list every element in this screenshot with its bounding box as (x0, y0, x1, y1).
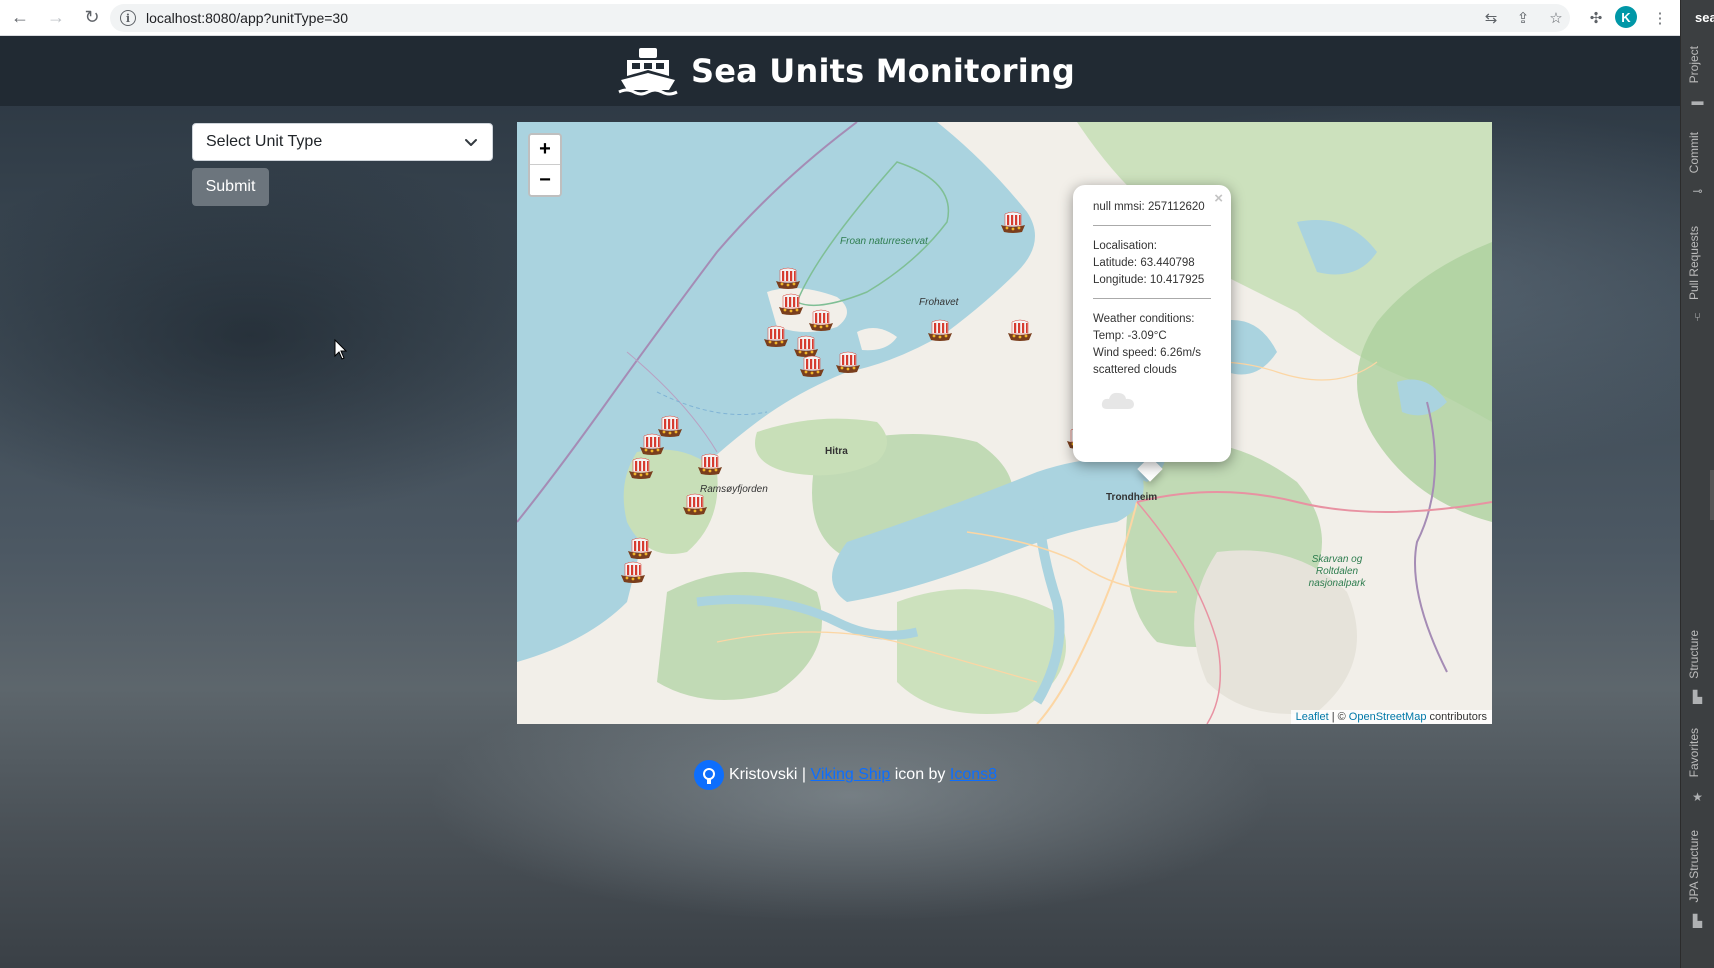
popup-latitude: Latitude: 63.440798 (1093, 257, 1195, 269)
popup-name: null mmsi: 257112620 (1093, 201, 1205, 213)
popup-close-button[interactable]: × (1214, 190, 1223, 207)
submit-button[interactable]: Submit (192, 168, 269, 206)
osm-link[interactable]: OpenStreetMap (1349, 711, 1427, 723)
mouse-cursor-icon (334, 339, 348, 360)
place-label-froan: Froan naturreservat (840, 236, 928, 247)
viking-ship-marker-icon[interactable] (628, 456, 654, 482)
ide-scrollbar[interactable] (1710, 470, 1714, 520)
popup-longitude: Longitude: 10.417925 (1093, 274, 1205, 286)
menu-kebab-icon[interactable]: ⋮ (1650, 8, 1670, 28)
ide-tab-commit[interactable]: Commit (1687, 132, 1701, 173)
forward-icon[interactable]: → (40, 2, 72, 34)
viking-ship-marker-icon[interactable] (763, 324, 789, 350)
folder-icon: ▬ (1691, 93, 1704, 108)
icons8-link[interactable]: Icons8 (950, 766, 997, 784)
back-icon[interactable]: ← (4, 2, 36, 34)
app-header: Sea Units Monitoring (0, 36, 1680, 106)
page-title: Sea Units Monitoring (691, 52, 1075, 90)
place-label-hitra: Hitra (825, 446, 848, 457)
viking-ship-marker-icon[interactable] (1007, 318, 1033, 344)
extensions-icon[interactable]: ✣ (1586, 8, 1606, 28)
map-view[interactable]: + − Froan naturreservat Frohavet Hitra R… (517, 122, 1492, 724)
attribution-separator: | © (1331, 711, 1346, 723)
footer-icon-by: icon by (894, 766, 946, 783)
ship-logo-icon (618, 48, 678, 96)
zoom-out-button[interactable]: − (530, 165, 560, 195)
popup-weather-title: Weather conditions: (1093, 313, 1195, 325)
popup-loc-title: Localisation: (1093, 240, 1157, 252)
ide-tab-project[interactable]: Project (1687, 46, 1701, 83)
star-icon: ★ (1692, 789, 1703, 804)
profile-avatar[interactable]: K (1615, 6, 1637, 28)
github-icon[interactable] (694, 760, 724, 790)
translate-icon[interactable]: ⇆ (1481, 8, 1501, 28)
browser-toolbar: ← → ↻ i localhost:8080/app?unitType=30 ⇆… (0, 0, 1680, 36)
ide-top-label: sea (1695, 10, 1714, 25)
structure-icon: ▙ (1692, 689, 1703, 704)
unit-type-select[interactable]: Select Unit Type (192, 123, 493, 161)
share-icon[interactable]: ⇪ (1513, 8, 1533, 28)
chevron-down-icon (465, 139, 477, 146)
viking-ship-marker-icon[interactable] (639, 432, 665, 458)
popup-divider (1093, 298, 1211, 299)
viking-ship-marker-icon[interactable] (927, 318, 953, 344)
zoom-in-button[interactable]: + (530, 135, 560, 165)
viking-ship-marker-icon[interactable] (697, 452, 723, 478)
address-bar[interactable]: i localhost:8080/app?unitType=30 (110, 4, 1570, 32)
viking-ship-marker-icon[interactable] (1000, 210, 1026, 236)
ide-tab-jpa-structure[interactable]: JPA Structure (1687, 830, 1701, 902)
place-label-ramsoyfjorden: Ramsøyfjorden (700, 484, 768, 495)
select-value: Select Unit Type (206, 133, 323, 150)
commit-icon: ⊸ (1692, 183, 1703, 198)
cloud-icon (1101, 392, 1134, 409)
reload-icon[interactable]: ↻ (76, 2, 108, 34)
popup-wind: Wind speed: 6.26m/s (1093, 347, 1202, 359)
page-footer: Kristovski | Viking Ship icon by Icons8 (694, 758, 997, 792)
viking-ship-marker-icon[interactable] (835, 350, 861, 376)
popup-divider (1093, 225, 1211, 226)
ide-tab-favorites[interactable]: Favorites (1687, 728, 1701, 777)
popup-temp: Temp: -3.09°C (1093, 330, 1167, 342)
pull-request-icon: ⑂ (1693, 309, 1702, 324)
ship-popup: × null mmsi: 257112620 Localisation: Lat… (1073, 185, 1231, 462)
map-attribution: Leaflet | © OpenStreetMap contributors (1290, 710, 1492, 724)
ide-tab-pull-requests[interactable]: Pull Requests (1687, 226, 1701, 300)
viking-ship-marker-icon[interactable] (627, 536, 653, 562)
bookmark-star-icon[interactable]: ☆ (1546, 8, 1566, 28)
header-brand: Sea Units Monitoring (617, 46, 1075, 96)
url-text[interactable]: localhost:8080/app?unitType=30 (146, 10, 348, 26)
place-label-skarvan: Skarvan og Roltdalen nasjonalpark (1308, 554, 1366, 589)
viking-ship-link[interactable]: Viking Ship (811, 766, 891, 784)
attribution-suffix: contributors (1429, 711, 1487, 723)
viking-ship-marker-icon[interactable] (775, 266, 801, 292)
viking-ship-marker-icon[interactable] (620, 560, 646, 586)
viking-ship-marker-icon[interactable] (682, 492, 708, 518)
footer-author: Kristovski | (729, 766, 807, 783)
jpa-icon: ▙ (1692, 913, 1703, 928)
viking-ship-marker-icon[interactable] (799, 354, 825, 380)
leaflet-link[interactable]: Leaflet (1296, 711, 1329, 723)
site-info-icon[interactable]: i (120, 10, 136, 26)
place-label-trondheim: Trondheim (1106, 492, 1158, 503)
ide-tab-structure[interactable]: Structure (1687, 630, 1701, 679)
ide-side-panel: Project ▬ Commit ⊸ Pull Requests ⑂ Struc… (1680, 0, 1714, 968)
place-label-frohavet: Frohavet (919, 297, 959, 308)
popup-description: scattered clouds (1093, 364, 1177, 376)
viking-ship-marker-icon[interactable] (808, 308, 834, 334)
zoom-control: + − (528, 133, 562, 197)
viking-ship-marker-icon[interactable] (778, 292, 804, 318)
